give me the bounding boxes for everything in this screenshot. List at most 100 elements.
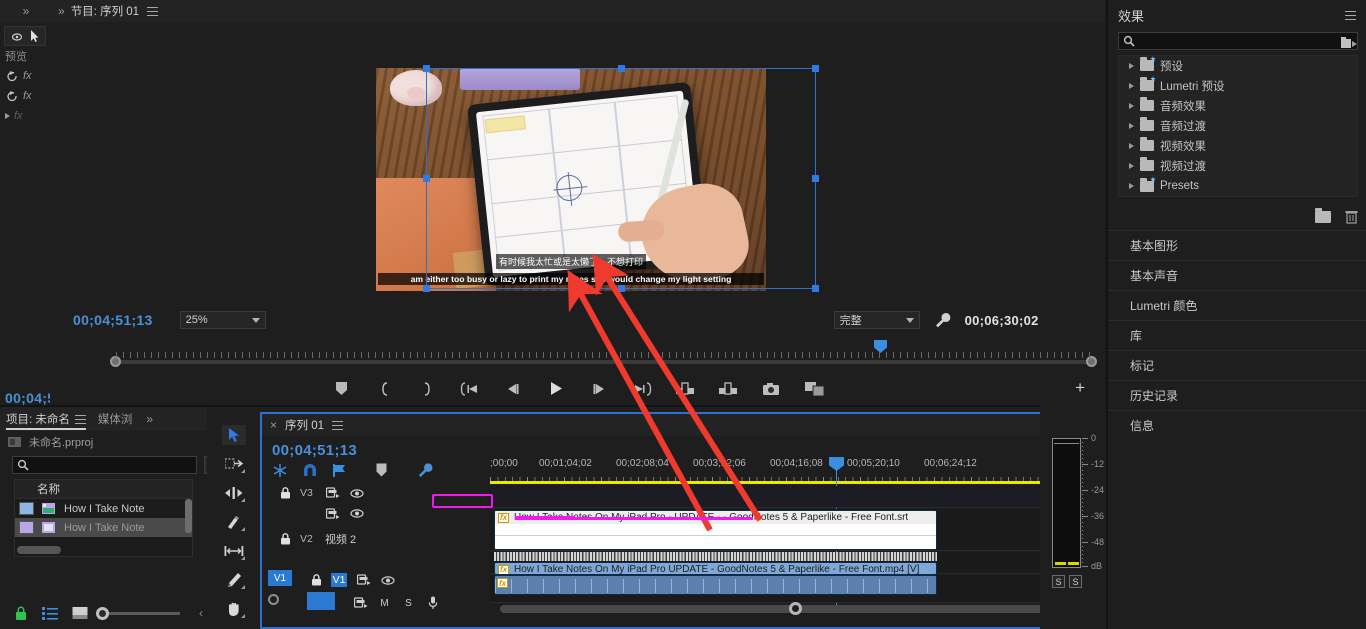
panel-tab-essential-graphics[interactable]: 基本图形 [1108,230,1366,260]
add-marker-button[interactable] [331,380,351,398]
mute-track-button[interactable]: M [377,597,392,610]
lock-icon[interactable] [280,487,291,499]
microphone-icon[interactable] [425,596,440,610]
track-header-a1[interactable]: M S [262,592,490,614]
chevron-right-icon[interactable] [1129,162,1134,169]
zoom-slider[interactable] [96,606,180,620]
chevron-double-right-icon[interactable]: » [58,4,65,18]
track-header-v1[interactable]: V1 V1 [262,570,490,590]
project-list-scrollbar[interactable] [185,499,192,533]
track-lane-v3[interactable] [490,486,1104,508]
lock-icon[interactable] [14,606,28,621]
project-list-hscrollbar[interactable] [17,546,61,554]
step-forward-button[interactable] [589,380,609,398]
chevron-right-icon[interactable] [1129,62,1134,69]
hamburger-icon[interactable] [147,6,159,16]
effect-controls-time-remap-row[interactable]: fx [0,106,50,126]
timeline-clip-video[interactable]: fx How I Take Notes On My iPad Pro UPDAT… [494,562,937,575]
solo-button-right[interactable]: S [1069,575,1082,588]
project-item-list[interactable]: 名称 How I Take Note How I Take Note [14,479,193,557]
chevron-right-icon[interactable] [1129,122,1134,129]
hand-tool[interactable] [222,599,246,619]
timeline-playhead-timecode[interactable]: 00;04;51;13 [272,442,357,459]
mark-out-button[interactable] [417,380,437,398]
go-to-in-button[interactable] [460,380,480,398]
lock-icon[interactable] [280,533,291,545]
sequence-tab-label[interactable]: 序列 01 [285,417,324,433]
effects-item-presets[interactable]: 预设 [1119,56,1357,76]
track-select-forward-tool[interactable] [222,454,246,474]
scrubber-track[interactable] [110,356,1097,367]
zoom-level-dropdown[interactable]: 25% [179,311,266,329]
playback-resolution-dropdown[interactable]: 完整 [833,311,920,329]
play-stop-button[interactable] [546,380,566,398]
eye-icon[interactable] [349,507,364,520]
timeline-zoom-out-handle[interactable] [268,594,279,605]
chevron-right-icon[interactable] [1129,183,1134,189]
chevron-right-icon[interactable] [1129,102,1134,109]
slip-tool[interactable] [222,541,246,561]
program-monitor-stage[interactable]: 有时候我太忙或是太懒了，不想打印 am either too busy or l… [50,22,1105,300]
lift-button[interactable] [675,380,695,398]
solo-track-button[interactable]: S [401,597,416,610]
effects-item-lumetri-presets[interactable]: Lumetri 预设 [1119,76,1357,96]
mark-in-button[interactable] [374,380,394,398]
effects-item-presets-en[interactable]: Presets [1119,176,1357,196]
chevron-right-icon[interactable] [5,113,10,119]
tab-project[interactable]: 项目: 未命名 [6,407,86,431]
chevron-left-icon[interactable]: ‹ [199,606,203,620]
ripple-edit-tool[interactable] [222,483,246,503]
program-current-timecode[interactable]: 00;04;51;13 [73,312,153,328]
source-track-indicator-a1[interactable] [307,592,335,610]
hamburger-icon[interactable] [74,414,86,424]
panel-tab-history[interactable]: 历史记录 [1108,380,1366,410]
list-item[interactable]: How I Take Note [15,518,192,537]
hamburger-icon[interactable] [332,420,344,430]
selection-tool[interactable] [222,425,246,445]
chevron-double-right-icon[interactable]: » [146,412,153,426]
panel-tab-essential-sound[interactable]: 基本声音 [1108,260,1366,290]
track-name-v1[interactable]: V1 [331,573,347,587]
effect-controls-toggle-row[interactable] [4,26,46,46]
timeline-hscrollbar[interactable] [500,602,1078,615]
target-icon[interactable] [353,597,368,610]
trash-icon[interactable] [1345,210,1358,224]
timeline-ruler[interactable]: ;00;00 00;01;04;02 00;02;08;04 00;03;12;… [490,458,1104,482]
wrench-icon[interactable] [417,462,434,478]
go-to-out-button[interactable] [632,380,652,398]
work-area-bar[interactable] [490,481,1086,484]
target-icon[interactable] [356,574,371,587]
tab-media-browser[interactable]: 媒体浏 [98,407,133,431]
effects-item-audio-effects[interactable]: 音频效果 [1119,96,1357,116]
eye-icon[interactable] [349,487,364,500]
timeline-clip-audio[interactable]: fx [494,575,937,595]
eye-icon[interactable] [380,574,395,587]
extract-button[interactable] [718,380,738,398]
project-list-column-header[interactable]: 名称 [15,480,192,499]
magnet-icon[interactable] [302,463,318,478]
panel-tab-libraries[interactable]: 库 [1108,320,1366,350]
lock-icon[interactable] [311,574,322,586]
comparison-view-button[interactable] [804,380,824,398]
panel-tab-info[interactable]: 信息 [1108,410,1366,440]
effect-controls-opacity-row[interactable]: fx [0,86,50,106]
chevron-right-icon[interactable] [1129,142,1134,149]
effects-item-video-effects[interactable]: 视频效果 [1119,136,1357,156]
razor-tool[interactable] [222,512,246,532]
project-search-input[interactable] [32,459,152,471]
effects-item-video-transitions[interactable]: 视频过渡 [1119,156,1357,176]
track-lane-v2[interactable]: fx How I Take Notes On My iPad Pro - UPD… [490,509,1104,551]
list-item[interactable]: How I Take Note [15,499,192,518]
effect-controls-motion-row[interactable]: fx [0,66,50,86]
program-scrubber[interactable] [50,340,1105,372]
step-back-button[interactable] [503,380,523,398]
wrench-icon[interactable] [934,312,952,328]
effects-item-audio-transitions[interactable]: 音频过渡 [1119,116,1357,136]
export-frame-button[interactable] [761,380,781,398]
timeline-hscrollbar-knob[interactable] [789,602,802,615]
chevron-right-icon[interactable] [1129,82,1134,89]
marker-icon[interactable] [376,463,387,477]
button-editor-button[interactable]: + [1075,378,1085,398]
panel-tab-markers[interactable]: 标记 [1108,350,1366,380]
new-custom-bin-icon[interactable] [1340,36,1358,52]
